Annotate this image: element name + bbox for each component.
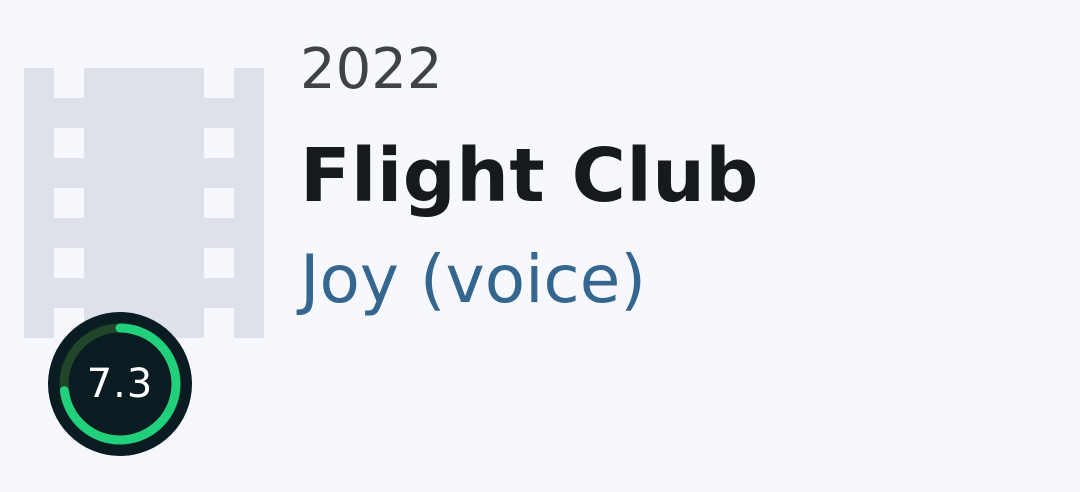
character-role[interactable]: Joy (voice) — [300, 232, 1060, 328]
release-year: 2022 — [300, 37, 443, 102]
credit-info: 2022 Flight Club Joy (voice) — [300, 30, 1060, 328]
film-strip-icon — [24, 68, 264, 338]
movie-title[interactable]: Flight Club — [300, 126, 1060, 226]
movie-credit-card[interactable]: 7.3 2022 Flight Club Joy (voice) — [0, 0, 1080, 492]
rating-value: 7.3 — [86, 361, 154, 407]
user-score-badge: 7.3 — [48, 312, 192, 456]
poster-placeholder[interactable] — [24, 68, 264, 338]
